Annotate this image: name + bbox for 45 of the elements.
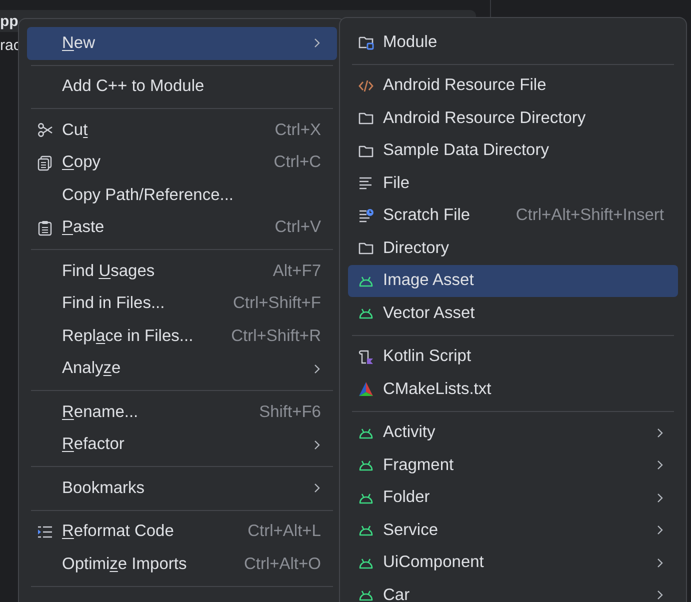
menu-item[interactable]: Copy Path/Reference...	[27, 179, 337, 212]
code-icon	[358, 78, 374, 94]
script-icon	[358, 348, 374, 365]
menu-item[interactable]: UiComponent	[348, 546, 678, 579]
copy-icon	[37, 154, 53, 171]
menu-item[interactable]: Replace in Files... Ctrl+Shift+R	[27, 320, 337, 352]
menu-item[interactable]: Find Usages Alt+F7	[27, 255, 337, 288]
triangle-logo-icon	[358, 381, 374, 398]
menu-item[interactable]: Reformat Code Ctrl+Alt+L	[27, 516, 337, 548]
menu-item[interactable]: Refactor	[27, 428, 337, 461]
menu-item[interactable]: Service	[348, 514, 678, 546]
menu-item[interactable]: Optimize Imports Ctrl+Alt+O	[27, 548, 337, 580]
folder-icon	[358, 110, 374, 126]
menu-item[interactable]: Activity	[348, 416, 678, 449]
menu-item[interactable]: Find in Files... Ctrl+Shift+F	[27, 288, 337, 320]
project-tree-text: pp	[0, 13, 20, 31]
menu-item[interactable]: Android Resource File	[348, 70, 678, 102]
menu-item[interactable]: Bookmarks	[27, 472, 337, 504]
scissors-icon	[37, 122, 53, 138]
clipboard-icon	[37, 220, 53, 236]
menu-item[interactable]: New	[27, 27, 337, 60]
menu-item[interactable]: Sample Data Directory	[348, 134, 678, 167]
indent-icon	[37, 524, 53, 540]
menu-item[interactable]: Kotlin Script	[348, 340, 678, 373]
menu-item[interactable]: Rename... Shift+F6	[27, 396, 337, 428]
menu-item[interactable]: Analyze	[27, 352, 337, 385]
menu-item[interactable]: CMakeLists.txt	[348, 373, 678, 406]
folder-icon	[358, 240, 374, 256]
menu-item[interactable]: Add C++ to Module	[27, 70, 337, 103]
menu-item[interactable]: Vector Asset	[348, 297, 678, 330]
menu-item[interactable]: Fragment	[348, 449, 678, 482]
menu-item[interactable]: Car	[348, 579, 678, 602]
menu-item[interactable]: Module	[348, 26, 678, 58]
menu-item[interactable]: Image Asset	[348, 264, 678, 297]
text-file-icon	[358, 175, 374, 192]
menu-item[interactable]: Folder	[348, 482, 678, 514]
menu-item[interactable]: Android Resource Directory	[348, 102, 678, 134]
scratch-file-icon	[358, 208, 374, 224]
menu-item[interactable]: Cut Ctrl+X	[27, 114, 337, 146]
module-folder-icon	[358, 34, 374, 50]
menu-item[interactable]: Directory	[348, 232, 678, 264]
menu-item[interactable]: Paste Ctrl+V	[27, 212, 337, 244]
menu-item[interactable]: Scratch File Ctrl+Alt+Shift+Insert	[348, 200, 678, 232]
menu-item[interactable]: File	[348, 167, 678, 200]
menu-item[interactable]: Copy Ctrl+C	[27, 146, 337, 179]
